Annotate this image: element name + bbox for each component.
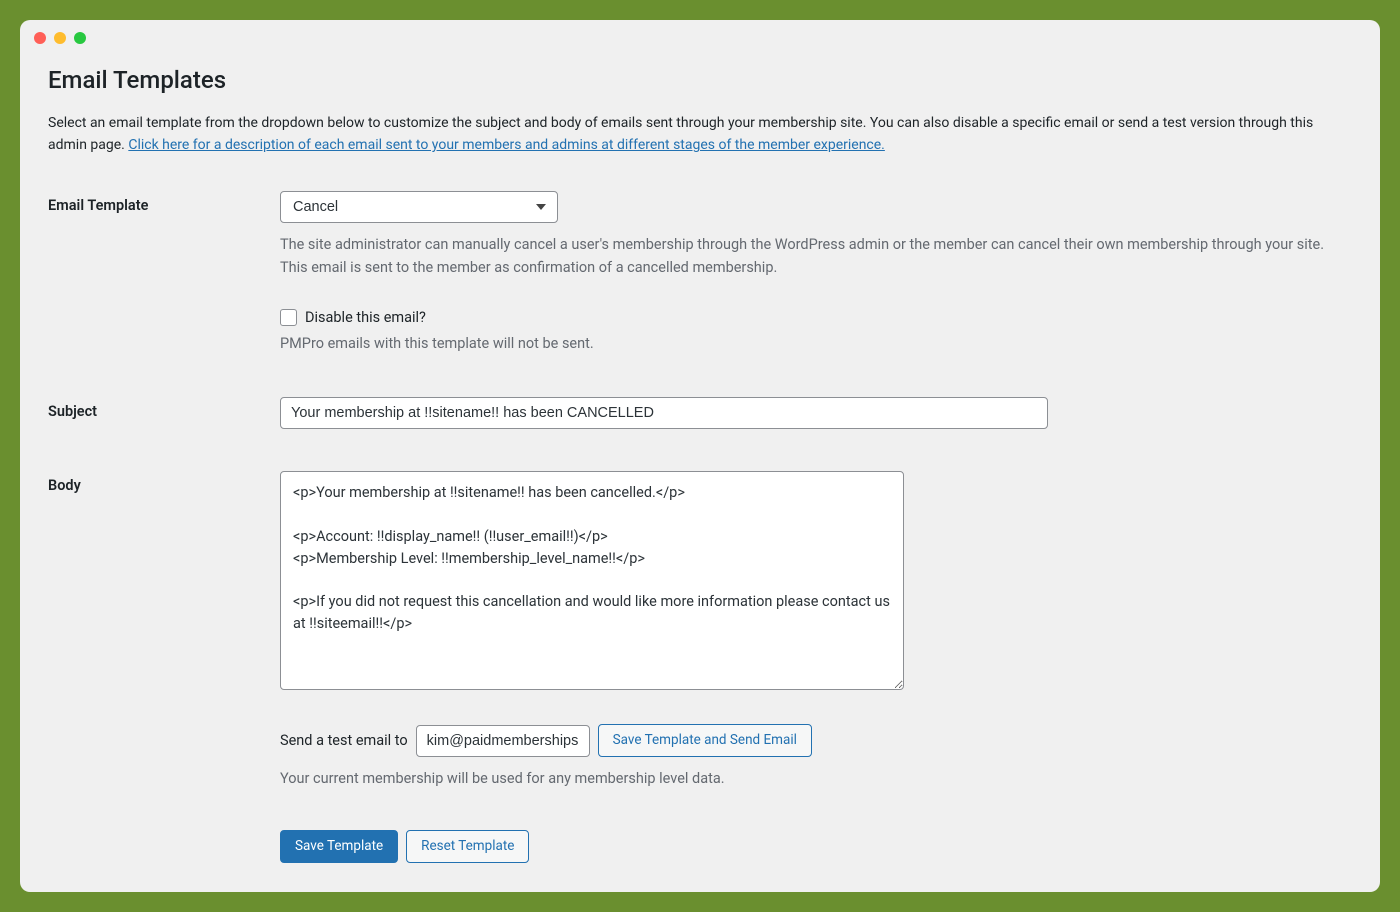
action-row: Save Template Reset Template <box>280 830 1352 863</box>
template-helper: The site administrator can manually canc… <box>280 233 1340 279</box>
test-email-input[interactable] <box>416 725 590 757</box>
maximize-icon[interactable] <box>74 32 86 44</box>
save-and-send-button[interactable]: Save Template and Send Email <box>598 724 812 757</box>
window-titlebar <box>20 20 1380 56</box>
template-select[interactable]: Cancel <box>280 191 558 223</box>
body-row: Body <p>Your membership at !!sitename!! … <box>48 471 1352 863</box>
intro-link[interactable]: Click here for a description of each ema… <box>128 137 885 153</box>
disable-checkbox[interactable] <box>280 309 297 326</box>
body-field: <p>Your membership at !!sitename!! has b… <box>280 471 1352 863</box>
minimize-icon[interactable] <box>54 32 66 44</box>
page-content: Email Templates Select an email template… <box>20 56 1380 892</box>
email-template-row: Email Template Cancel The site administr… <box>48 191 1352 356</box>
body-label: Body <box>48 471 280 494</box>
page-title: Email Templates <box>48 66 1352 94</box>
test-helper: Your current membership will be used for… <box>280 767 1340 790</box>
disable-label: Disable this email? <box>305 309 426 326</box>
reset-template-button[interactable]: Reset Template <box>406 830 529 863</box>
disable-helper: PMPro emails with this template will not… <box>280 332 1340 355</box>
disable-row: Disable this email? <box>280 309 1352 326</box>
email-template-label: Email Template <box>48 191 280 214</box>
save-template-button[interactable]: Save Template <box>280 830 398 863</box>
test-label: Send a test email to <box>280 732 408 749</box>
subject-input[interactable] <box>280 397 1048 429</box>
close-icon[interactable] <box>34 32 46 44</box>
body-textarea[interactable]: <p>Your membership at !!sitename!! has b… <box>280 471 904 690</box>
intro-text: Select an email template from the dropdo… <box>48 112 1352 157</box>
email-template-field: Cancel The site administrator can manual… <box>280 191 1352 356</box>
template-select-wrap: Cancel <box>280 191 558 223</box>
subject-field <box>280 397 1352 429</box>
subject-label: Subject <box>48 397 280 420</box>
subject-row: Subject <box>48 397 1352 429</box>
app-window: Email Templates Select an email template… <box>20 20 1380 892</box>
test-row: Send a test email to Save Template and S… <box>280 724 1352 757</box>
